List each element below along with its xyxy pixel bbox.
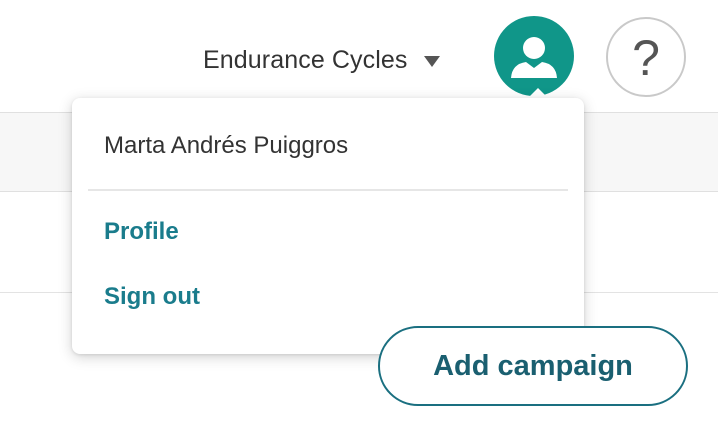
add-campaign-button[interactable]: Add campaign: [378, 326, 688, 406]
caret-down-icon: [424, 55, 441, 67]
user-menu-dropdown: Marta Andrés Puiggros Profile Sign out: [72, 98, 584, 354]
menu-divider: [88, 189, 568, 191]
user-name: Marta Andrés Puiggros: [104, 132, 349, 159]
add-campaign-label: Add campaign: [433, 349, 633, 382]
dropdown-pointer: [528, 88, 548, 98]
org-name: Endurance Cycles: [203, 45, 408, 74]
user-avatar-button[interactable]: [494, 16, 574, 96]
profile-link[interactable]: Profile: [104, 218, 179, 246]
org-switcher[interactable]: Endurance Cycles: [203, 40, 441, 80]
user-avatar-icon: [511, 37, 557, 78]
help-icon: ?: [632, 30, 660, 86]
help-button[interactable]: ?: [606, 17, 686, 97]
sign-out-link[interactable]: Sign out: [104, 283, 200, 311]
